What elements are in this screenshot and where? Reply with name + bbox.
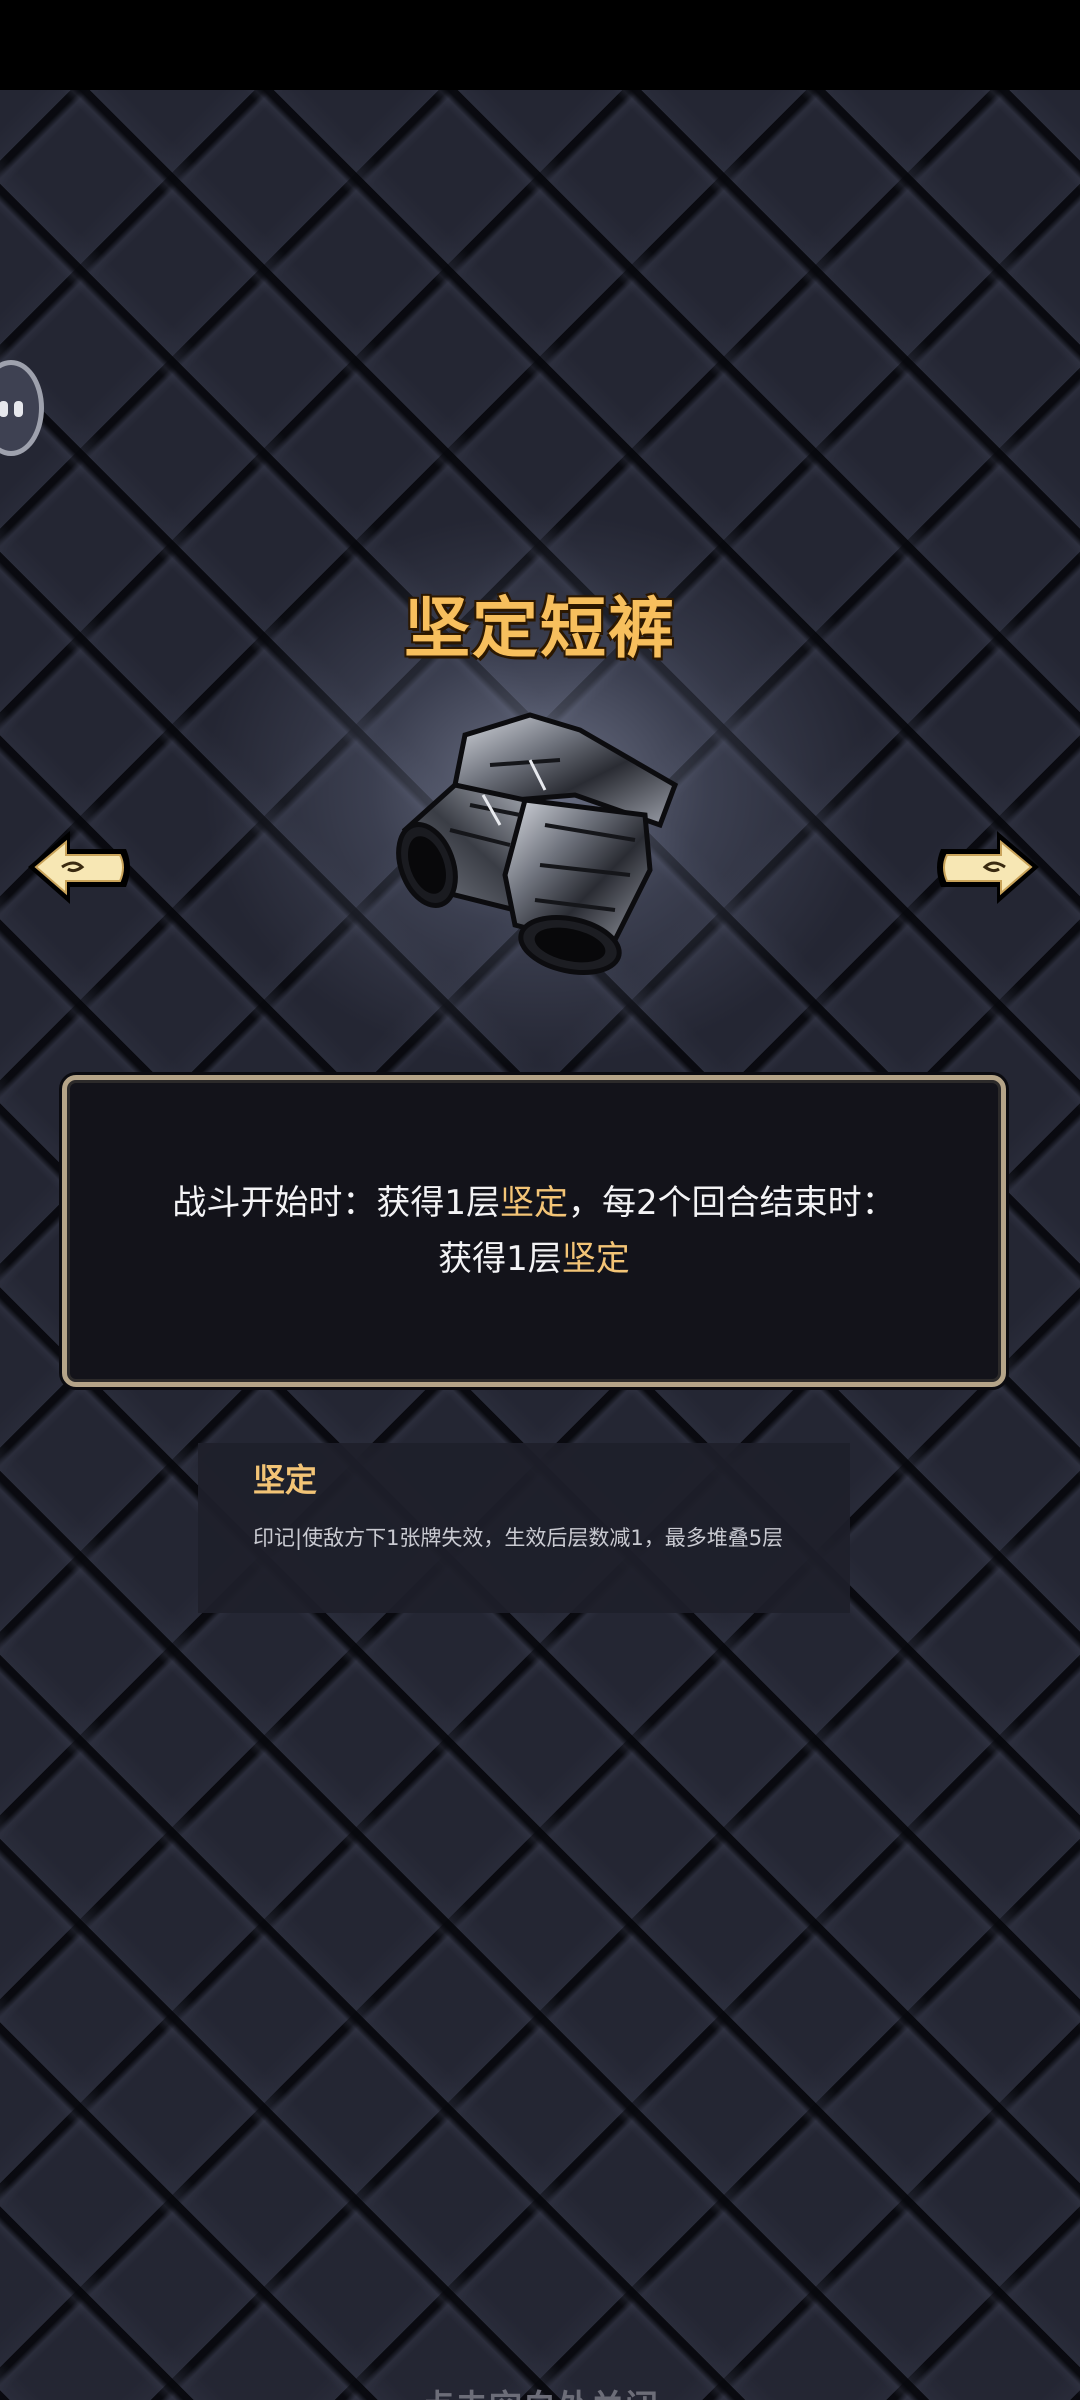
item-detail-overlay[interactable]: 坚定短裤 战斗开始时：获得1层坚定，每2个回合结束时： 获得1层坚定 坚定 印记… [0, 90, 1080, 2400]
assistant-eye-right [14, 401, 23, 417]
floating-assistant-icon[interactable] [0, 360, 44, 456]
keyword-highlight-2[interactable]: 坚定 [562, 1239, 630, 1279]
item-description-panel: 战斗开始时：获得1层坚定，每2个回合结束时： 获得1层坚定 [62, 1075, 1006, 1387]
desc-line1-suffix: ，每2个回合结束时： [568, 1183, 896, 1223]
keyword-highlight-1[interactable]: 坚定 [500, 1183, 568, 1223]
keyword-title: 坚定 [253, 1461, 318, 1499]
item-description: 战斗开始时：获得1层坚定，每2个回合结束时： 获得1层坚定 [107, 1175, 961, 1287]
description-line-1: 战斗开始时：获得1层坚定，每2个回合结束时： [107, 1175, 961, 1231]
keyword-tooltip: 坚定 印记|使敌方下1张牌失效，生效后层数减1，最多堆叠5层 [198, 1443, 850, 1613]
arrow-left-icon[interactable] [22, 825, 137, 910]
desc-line1-prefix: 战斗开始时：获得1层 [172, 1183, 500, 1223]
status-bar [0, 0, 1080, 90]
item-title: 坚定短裤 [404, 590, 676, 667]
desc-line2-prefix: 获得1层 [438, 1239, 562, 1279]
assistant-eye-left [0, 401, 8, 417]
armored-shorts-icon [396, 712, 679, 975]
description-line-2: 获得1层坚定 [107, 1231, 961, 1287]
arrow-right-icon[interactable] [930, 825, 1045, 910]
close-hint: 点击空白处关闭 [0, 2380, 1080, 2400]
keyword-description: 印记|使敌方下1张牌失效，生效后层数减1，最多堆叠5层 [253, 1526, 784, 1550]
